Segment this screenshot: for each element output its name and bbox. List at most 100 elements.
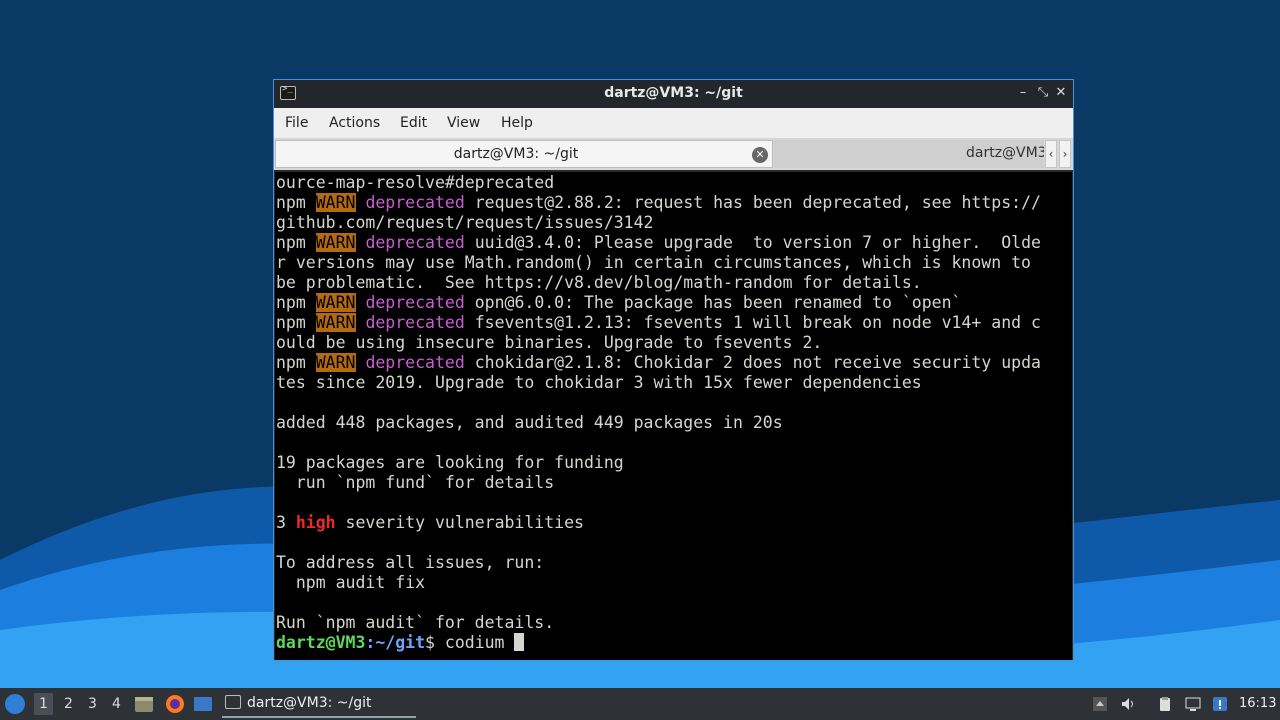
warn-badge: WARN	[315, 193, 356, 212]
show-desktop-icon[interactable]	[193, 694, 213, 714]
terminal-window[interactable]: dartz@VM3: ~/git – ⤡ ✕ File Actions Edit…	[273, 79, 1074, 661]
tab-active-label: dartz@VM3: ~/git	[453, 146, 579, 162]
warn-badge: WARN	[315, 233, 356, 252]
notification-icon[interactable]	[1212, 696, 1228, 712]
terminal-text-segment: To address all issues, run:	[276, 553, 545, 572]
tray-arrow-icon[interactable]	[1092, 696, 1108, 712]
terminal-text-segment: npm	[276, 353, 316, 372]
menu-file[interactable]: File	[285, 115, 308, 131]
prompt-user: dartz@VM3	[276, 633, 366, 652]
terminal-task-icon	[225, 695, 241, 709]
deprecated-label: deprecated	[365, 353, 465, 372]
terminal-output[interactable]: ource-map-resolve#deprecated npm WARN de…	[275, 172, 1072, 660]
terminal-line: npm audit fix	[276, 573, 425, 592]
terminal-text-segment: run `npm fund` for details	[276, 473, 555, 492]
tab-scroll-right-icon[interactable]: ›	[1059, 140, 1071, 168]
terminal-text: ource-map-resolve#deprecated npm WARN de…	[276, 173, 1041, 653]
terminal-line: npm WARN deprecated uuid@3.4.0: Please u…	[276, 233, 1041, 252]
terminal-line: 3 high severity vulnerabilities	[276, 513, 584, 532]
terminal-text-segment: ould be using insecure binaries. Upgrade…	[276, 333, 823, 352]
terminal-line: ource-map-resolve#deprecated	[276, 173, 554, 192]
terminal-text-segment: chokidar@2.1.8: Chokidar 2 does not rece…	[464, 353, 1041, 372]
terminal-text-segment: npm	[276, 313, 316, 332]
menu-edit[interactable]: Edit	[400, 115, 427, 131]
taskbar: 1 2 3 4 dartz@VM3: ~/git 16:13	[0, 688, 1280, 720]
terminal-text-segment: uuid@3.4.0: Please upgrade to version 7 …	[464, 233, 1041, 252]
severity-high-label: high	[295, 513, 336, 532]
tab-scroll-left-icon[interactable]: ‹	[1045, 140, 1057, 168]
maximize-button[interactable]: ⤡	[1034, 84, 1052, 102]
terminal-line: ould be using insecure binaries. Upgrade…	[276, 333, 822, 352]
tab-close-icon[interactable]: ✕	[752, 147, 768, 163]
prompt-symbol: $	[425, 633, 435, 652]
workspace-3[interactable]: 3	[88, 696, 97, 712]
terminal-text-segment: npm	[276, 293, 316, 312]
terminal-line: r versions may use Math.random() in cert…	[276, 253, 1031, 272]
command-input[interactable]: codium	[435, 633, 514, 652]
close-button[interactable]: ✕	[1052, 84, 1070, 102]
window-title: dartz@VM3: ~/git	[604, 85, 743, 101]
shell-prompt: dartz@VM3:~/git$ codium	[276, 633, 525, 652]
terminal-text-segment: npm	[276, 193, 316, 212]
window-titlebar[interactable]: dartz@VM3: ~/git – ⤡ ✕	[274, 80, 1073, 108]
text-cursor	[514, 633, 525, 651]
terminal-text-segment: 3	[276, 513, 296, 532]
terminal-line: be problematic. See https://v8.dev/blog/…	[276, 273, 922, 292]
terminal-text-segment: npm audit fix	[276, 573, 426, 592]
tab-active[interactable]: dartz@VM3: ~/git ✕	[275, 140, 773, 168]
terminal-line: github.com/request/request/issues/3142	[276, 213, 654, 232]
terminal-text-segment: be problematic. See https://v8.dev/blog/…	[276, 273, 922, 292]
terminal-text-segment: opn@6.0.0: The package has been renamed …	[464, 293, 962, 312]
menu-view[interactable]: View	[447, 115, 480, 131]
terminal-line: run `npm fund` for details	[276, 473, 554, 492]
tab-bar: dartz@VM3: ~/git ✕ dartz@VM3 ‹ ›	[274, 138, 1073, 170]
taskbar-task-terminal[interactable]: dartz@VM3: ~/git	[222, 690, 416, 718]
terminal-line: 19 packages are looking for funding	[276, 453, 624, 472]
terminal-text-segment: request@2.88.2: request has been depreca…	[464, 193, 1041, 212]
tab-inactive[interactable]: dartz@VM3	[774, 140, 1044, 168]
terminal-text-segment: ource-map-resolve#deprecated	[276, 173, 555, 192]
warn-badge: WARN	[315, 353, 356, 372]
file-manager-icon[interactable]	[134, 694, 154, 714]
clipboard-icon[interactable]	[1157, 696, 1173, 712]
deprecated-label: deprecated	[365, 233, 465, 252]
workspace-4[interactable]: 4	[112, 696, 121, 712]
firefox-icon[interactable]	[165, 694, 185, 714]
menu-help[interactable]: Help	[501, 115, 533, 131]
menu-actions[interactable]: Actions	[329, 115, 380, 131]
network-icon[interactable]	[1185, 696, 1201, 712]
terminal-line: npm WARN deprecated fsevents@1.2.13: fse…	[276, 313, 1041, 332]
deprecated-label: deprecated	[365, 293, 465, 312]
terminal-text-segment: fsevents@1.2.13: fsevents 1 will break o…	[464, 313, 1041, 332]
tab-inactive-label: dartz@VM3	[966, 145, 1044, 161]
start-menu-icon[interactable]	[5, 694, 25, 714]
terminal-text-segment: Run `npm audit` for details.	[276, 613, 555, 632]
deprecated-label: deprecated	[365, 193, 465, 212]
workspace-2[interactable]: 2	[64, 696, 73, 712]
taskbar-task-label: dartz@VM3: ~/git	[247, 695, 372, 711]
terminal-text-segment: r versions may use Math.random() in cert…	[276, 253, 1031, 272]
terminal-text-segment: added 448 packages, and audited 449 pack…	[276, 413, 783, 432]
prompt-path: ~/git	[375, 633, 426, 652]
minimize-button[interactable]: –	[1014, 84, 1032, 102]
clock[interactable]: 16:13	[1239, 696, 1276, 711]
terminal-text-segment: severity vulnerabilities	[335, 513, 584, 532]
warn-badge: WARN	[315, 313, 356, 332]
workspace-1[interactable]: 1	[34, 693, 53, 715]
terminal-text-segment: npm	[276, 233, 316, 252]
warn-badge: WARN	[315, 293, 356, 312]
prompt-separator: :	[365, 633, 376, 652]
terminal-line: tes since 2019. Upgrade to chokidar 3 wi…	[276, 373, 922, 392]
menubar: File Actions Edit View Help	[274, 108, 1073, 138]
terminal-line: To address all issues, run:	[276, 553, 544, 572]
volume-icon[interactable]	[1120, 696, 1136, 712]
terminal-line: npm WARN deprecated opn@6.0.0: The packa…	[276, 293, 961, 312]
terminal-line: npm WARN deprecated chokidar@2.1.8: Chok…	[276, 353, 1041, 372]
deprecated-label: deprecated	[365, 313, 465, 332]
terminal-text-segment: tes since 2019. Upgrade to chokidar 3 wi…	[276, 373, 922, 392]
